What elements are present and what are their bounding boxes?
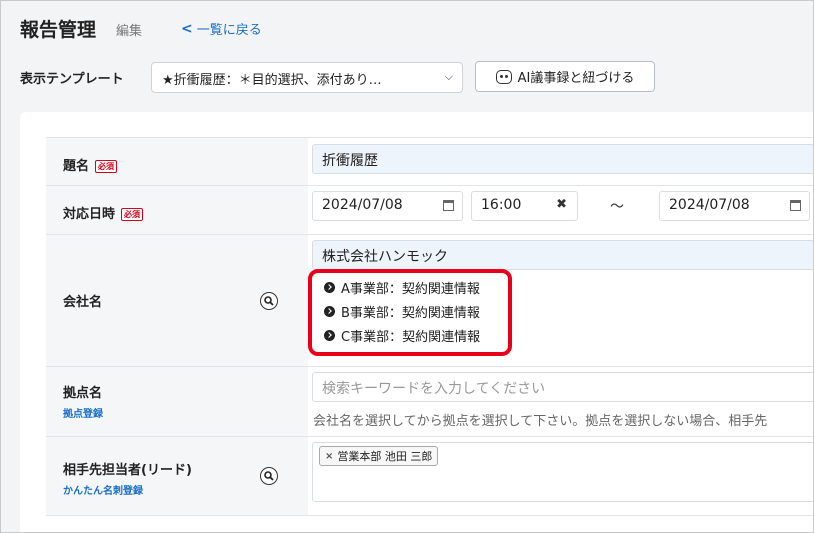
calendar-icon [790, 200, 801, 211]
template-label: 表示テンプレート [20, 72, 124, 87]
end-date-value: 2024/07/08 [669, 197, 750, 213]
company-label-cell: 会社名 [46, 235, 308, 366]
contact-tag-label: 営業本部 池田 三郎 [337, 450, 433, 463]
company-label: 会社名 [63, 295, 103, 310]
template-selected-value: ★折衝履歴：＊目的選択、添付あり… [162, 73, 382, 88]
page-title: 報告管理 [20, 19, 97, 41]
subject-value: 折衝履歴 [322, 153, 378, 169]
subject-label: 題名 必須 [63, 155, 118, 174]
quick-card-register-link[interactable]: かんたん名刺登録 [63, 482, 143, 497]
datetime-label-text: 対応日時 [63, 207, 116, 222]
company-value: 株式会社ハンモック [322, 249, 448, 265]
start-date-input[interactable]: 2024/07/08 [312, 191, 463, 221]
required-badge: 必須 [121, 208, 144, 221]
end-date-input[interactable]: 2024/07/08 [659, 191, 810, 221]
site-register-link[interactable]: 拠点登録 [63, 405, 103, 420]
required-badge: 必須 [95, 160, 118, 173]
site-hint-text: 会社名を選択してから拠点を選択して下さい。拠点を選択しない場合、相手先 [313, 414, 768, 429]
page-mode-label: 編集 [116, 24, 143, 39]
search-icon[interactable] [260, 292, 278, 310]
site-label: 拠点名 [63, 386, 103, 401]
site-search-input[interactable]: 検索キーワードを入力してください [312, 372, 813, 402]
remove-icon[interactable]: × [325, 451, 333, 462]
contact-label: 相手先担当者(リード) [63, 463, 192, 478]
start-time-input[interactable]: 16:00 ✖ [471, 191, 578, 221]
site-search-placeholder: 検索キーワードを入力してください [322, 381, 546, 397]
clear-icon[interactable]: ✖ [556, 197, 567, 212]
chevron-down-icon: ⌵ [444, 70, 453, 83]
back-to-list-label: 一覧に戻る [196, 23, 262, 38]
search-icon[interactable] [260, 467, 278, 485]
start-time-value: 16:00 [481, 197, 522, 213]
contact-tag: × 営業本部 池田 三郎 [319, 446, 439, 466]
date-range-separator: 〜 [610, 199, 624, 215]
robot-icon [495, 69, 512, 84]
subject-label-cell: 題名 必須 [46, 138, 308, 185]
datetime-label: 対応日時 必須 [63, 203, 144, 222]
subject-label-text: 題名 [63, 159, 90, 174]
datetime-label-cell: 対応日時 必須 [46, 186, 308, 234]
start-date-value: 2024/07/08 [322, 197, 403, 213]
report-edit-screen: 報告管理 編集 < 一覧に戻る 表示テンプレート ★折衝履歴：＊目的選択、添付あ… [0, 0, 814, 533]
template-select[interactable]: ★折衝履歴：＊目的選択、添付あり… ⌵ [151, 62, 463, 93]
ai-minutes-link-button[interactable]: AI議事録と紐づける [475, 61, 655, 92]
back-to-list-link[interactable]: < 一覧に戻る [181, 19, 262, 39]
ai-minutes-link-label: AI議事録と紐づける [517, 71, 635, 86]
contact-label-cell: 相手先担当者(リード) かんたん名刺登録 [46, 437, 308, 515]
site-label-cell: 拠点名 拠点登録 [46, 367, 308, 436]
highlight-box [308, 269, 512, 356]
subject-input[interactable]: 折衝履歴 [312, 144, 813, 174]
chevron-left-icon: < [181, 20, 193, 37]
company-input[interactable]: 株式会社ハンモック [312, 240, 813, 270]
calendar-icon [443, 200, 454, 211]
